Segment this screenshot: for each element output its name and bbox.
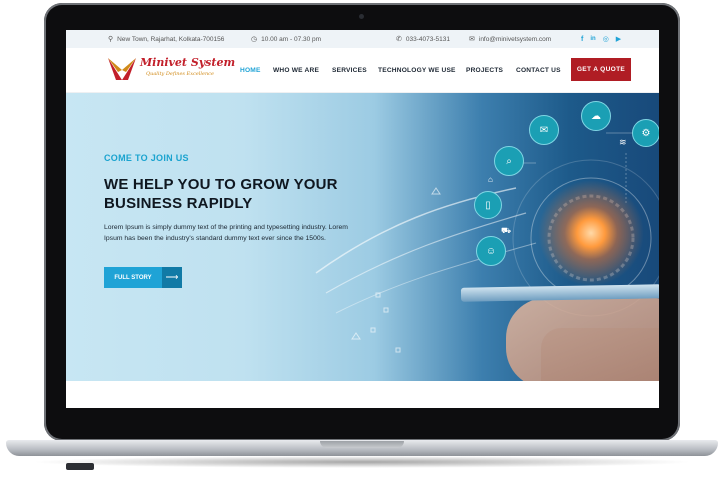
nav-technology[interactable]: TECHNOLOGY WE USE xyxy=(378,67,456,74)
logo-mark-icon[interactable] xyxy=(106,56,138,82)
top-info-bar: ⚲ New Town, Rajarhat, Kolkata-700156 ◷ 1… xyxy=(66,30,659,48)
phone-info[interactable]: ✆ 033-4073-5131 xyxy=(396,35,450,44)
page-below-hero xyxy=(66,381,659,408)
map-pin-icon: ⚲ xyxy=(108,36,114,43)
get-a-quote-button[interactable]: GET A QUOTE xyxy=(571,58,631,81)
webcam xyxy=(359,14,364,19)
phone-icon: ✆ xyxy=(396,36,402,43)
address-info: ⚲ New Town, Rajarhat, Kolkata-700156 xyxy=(108,35,225,44)
main-navbar: Minivet System Quality Defines Excellenc… xyxy=(66,48,659,93)
nav-who-we-are[interactable]: WHO WE ARE xyxy=(273,67,319,74)
hero-description: Lorem Ipsum is simply dummy text of the … xyxy=(104,224,348,243)
mobile-bubble-icon: ▯ xyxy=(474,191,502,219)
instagram-icon[interactable]: ◎ xyxy=(603,35,609,43)
envelope-icon: ✉ xyxy=(469,36,475,43)
logo-name[interactable]: Minivet System xyxy=(140,56,235,69)
hero-banner: ✉ ☁ ⚙ ⌕ ▯ ☺ ≋ ⌂ ⛟ COME TO JOIN US WE HEL… xyxy=(66,93,659,381)
laptop-notch xyxy=(320,441,404,448)
nav-home[interactable]: HOME xyxy=(240,67,261,74)
linkedin-icon[interactable]: in xyxy=(590,36,595,42)
hours-info: ◷ 10.00 am - 07.30 pm xyxy=(251,35,322,44)
full-story-button[interactable]: FULL STORY ⟶ xyxy=(104,267,182,288)
email-info[interactable]: ✉ info@minivetsystem.com xyxy=(469,35,551,44)
hero-hand xyxy=(506,298,659,381)
hours-text: 10.00 am - 07.30 pm xyxy=(261,35,322,43)
wifi-icon: ≋ xyxy=(619,137,627,147)
logo-tagline: Quality Defines Excellence xyxy=(146,71,214,77)
user-bubble-icon: ☺ xyxy=(476,236,506,266)
hero-light-glow xyxy=(536,178,646,288)
nav-contact-us[interactable]: CONTACT US xyxy=(516,67,561,74)
hero-title: WE HELP YOU TO GROW YOUR BUSINESS RAPIDL… xyxy=(104,176,338,212)
clock-icon: ◷ xyxy=(251,36,258,43)
cart-icon: ⛟ xyxy=(501,226,512,235)
chat-bubble-icon: ☁ xyxy=(581,101,611,131)
search-bubble-icon: ⌕ xyxy=(494,146,524,176)
social-links: f in ◎ ▶ xyxy=(581,35,621,44)
website-screen: ⚲ New Town, Rajarhat, Kolkata-700156 ◷ 1… xyxy=(66,30,659,408)
youtube-icon[interactable]: ▶ xyxy=(616,35,621,43)
bank-icon: ⌂ xyxy=(488,175,493,184)
nav-projects[interactable]: PROJECTS xyxy=(466,67,503,74)
settings-bubble-icon: ⚙ xyxy=(632,119,659,147)
email-text[interactable]: info@minivetsystem.com xyxy=(479,36,551,43)
phone-text[interactable]: 033-4073-5131 xyxy=(406,36,450,43)
envelope-bubble-icon: ✉ xyxy=(529,115,559,145)
laptop-shadow xyxy=(30,456,694,468)
address-text: New Town, Rajarhat, Kolkata-700156 xyxy=(117,35,225,43)
arrow-right-icon[interactable]: ⟶ xyxy=(162,267,182,288)
facebook-icon[interactable]: f xyxy=(581,36,583,43)
full-story-label[interactable]: FULL STORY xyxy=(104,267,162,288)
hero-subtitle: COME TO JOIN US xyxy=(104,153,189,163)
nav-services[interactable]: SERVICES xyxy=(332,67,367,74)
laptop-port xyxy=(66,463,94,470)
